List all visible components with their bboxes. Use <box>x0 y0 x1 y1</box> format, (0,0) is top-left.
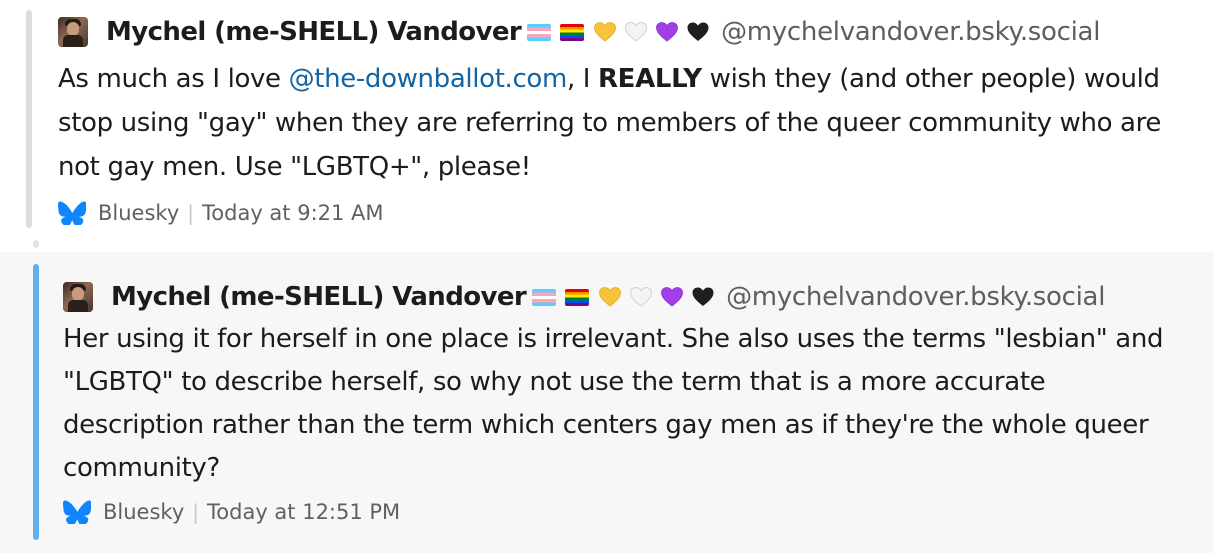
post-text-line: "LGBTQ" to describe herself, so why not … <box>63 367 1046 397</box>
transgender-flag-icon <box>527 23 552 41</box>
thread-connector <box>33 240 39 248</box>
footer-separator: | <box>192 500 200 524</box>
post-footer: Bluesky | Today at 12:51 PM <box>63 500 1198 524</box>
text-segment: , I <box>566 64 599 94</box>
avatar[interactable] <box>63 282 93 312</box>
bluesky-post-1: Mychel (me-SHELL) Vandover @mychelvandov… <box>0 0 1214 240</box>
purple-heart-icon <box>655 20 679 44</box>
bold-text: REALLY <box>598 64 702 94</box>
author-emoji-group <box>527 20 717 44</box>
text-segment: As much as I love <box>58 64 289 94</box>
post-text-line: not gay men. Use "LGBTQ+", please! <box>58 152 531 182</box>
post-text: Her using it for herself in one place is… <box>63 318 1198 490</box>
yellow-heart-icon <box>593 20 617 44</box>
footer-separator: | <box>187 201 195 225</box>
yellow-heart-icon <box>598 285 622 309</box>
post-text: As much as I love @the-downballot.com, I… <box>58 57 1198 189</box>
author-emoji-group <box>532 285 722 309</box>
post-header: Mychel (me-SHELL) Vandover @mychelvandov… <box>58 15 1198 49</box>
white-heart-icon <box>624 20 648 44</box>
post-content: Mychel (me-SHELL) Vandover @mychelvandov… <box>58 15 1198 225</box>
timestamp[interactable]: Today at 12:51 PM <box>207 500 400 524</box>
quote-bar <box>26 10 32 228</box>
post-text-line: community? <box>63 453 220 483</box>
post-content: Mychel (me-SHELL) Vandover @mychelvandov… <box>63 280 1198 524</box>
post-text-line: description rather than the term which c… <box>63 410 1149 440</box>
author-handle[interactable]: @mychelvandover.bsky.social <box>721 17 1100 47</box>
source-label[interactable]: Bluesky <box>98 201 179 225</box>
bluesky-post-2: Mychel (me-SHELL) Vandover @mychelvandov… <box>0 252 1214 553</box>
transgender-flag-icon <box>532 288 557 306</box>
quote-bar <box>33 264 39 540</box>
rainbow-flag-icon <box>565 288 590 306</box>
mention-link[interactable]: @the-downballot.com <box>289 64 568 94</box>
bluesky-butterfly-icon <box>63 500 91 524</box>
rainbow-flag-icon <box>560 23 585 41</box>
text-segment: wish they (and other people) would <box>701 64 1160 94</box>
source-label[interactable]: Bluesky <box>103 500 184 524</box>
author-name[interactable]: Mychel (me-SHELL) Vandover <box>106 17 522 47</box>
author-handle[interactable]: @mychelvandover.bsky.social <box>726 282 1105 312</box>
white-heart-icon <box>629 285 653 309</box>
black-heart-icon <box>686 20 710 44</box>
purple-heart-icon <box>660 285 684 309</box>
post-text-line: Her using it for herself in one place is… <box>63 324 1164 354</box>
post-header: Mychel (me-SHELL) Vandover @mychelvandov… <box>63 280 1198 314</box>
black-heart-icon <box>691 285 715 309</box>
avatar[interactable] <box>58 17 88 47</box>
post-footer: Bluesky | Today at 9:21 AM <box>58 201 1198 225</box>
author-name[interactable]: Mychel (me-SHELL) Vandover <box>111 282 527 312</box>
post-text-line: As much as I love @the-downballot.com, I… <box>58 57 1198 101</box>
timestamp[interactable]: Today at 9:21 AM <box>202 201 384 225</box>
post-text-line: stop using "gay" when they are referring… <box>58 108 1162 138</box>
bluesky-butterfly-icon <box>58 201 86 225</box>
